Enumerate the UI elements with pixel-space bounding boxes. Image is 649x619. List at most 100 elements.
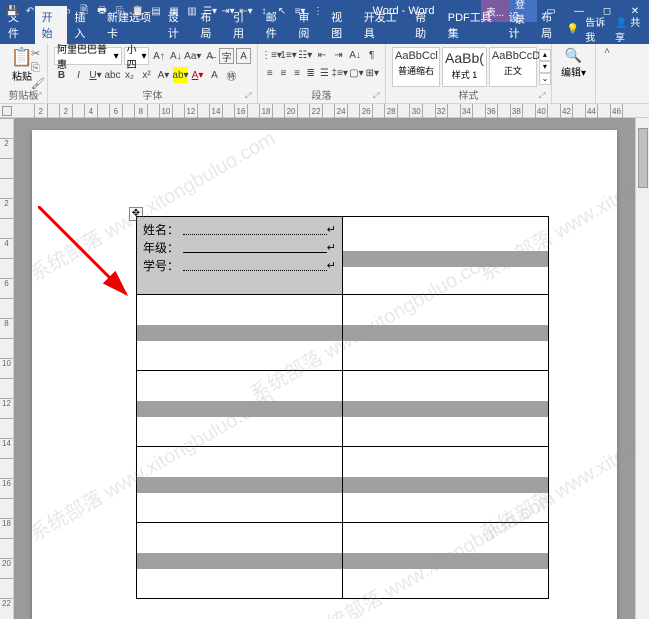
multilevel-icon[interactable]: ☷▾	[298, 47, 313, 63]
document-canvas[interactable]: ✥ 姓名：↵ 年级：↵ 学号：↵	[14, 118, 635, 619]
dec-indent-icon[interactable]: ⇤	[315, 47, 330, 63]
styles-launcher[interactable]: ⤢	[539, 91, 549, 101]
align-right-icon[interactable]: ≡	[291, 65, 303, 81]
tab-table-design[interactable]: 设计	[501, 6, 534, 44]
table-cell[interactable]: 姓名：↵ 年级：↵ 学号：↵	[137, 217, 343, 295]
copy-icon[interactable]: ⎘	[31, 62, 45, 75]
tab-help[interactable]: 帮助	[408, 6, 441, 44]
tell-me[interactable]: 告诉我	[585, 14, 609, 44]
grow-font-icon[interactable]: A↑	[151, 48, 166, 64]
align-center-icon[interactable]: ≡	[278, 65, 290, 81]
table-row[interactable]: 姓名：↵ 年级：↵ 学号：↵	[137, 217, 549, 295]
tab-table-layout[interactable]: 布局	[534, 6, 567, 44]
table-cell[interactable]	[343, 447, 549, 523]
char-shading-icon[interactable]: A	[207, 67, 222, 83]
scrollbar-vertical[interactable]	[635, 118, 649, 619]
borders-icon[interactable]: ⊞▾	[366, 65, 379, 81]
table-row[interactable]	[137, 295, 549, 371]
highlight-icon[interactable]: ab▾	[173, 67, 188, 83]
align-left-icon[interactable]: ≡	[264, 65, 276, 81]
shading-icon[interactable]: ▢▾	[349, 65, 363, 81]
new-icon[interactable]: ▭	[58, 3, 74, 19]
numlist-icon[interactable]: ≡▾	[292, 3, 308, 19]
superscript-button[interactable]: x²	[139, 67, 154, 83]
table-cell[interactable]	[137, 295, 343, 371]
layout-icon[interactable]: ▤	[148, 3, 164, 19]
collapse-ribbon-icon[interactable]: ˄	[596, 44, 614, 103]
clipboard-launcher[interactable]: ⤢	[35, 91, 45, 101]
text-effect-icon[interactable]: A▾	[156, 67, 171, 83]
ruler-corner[interactable]	[2, 106, 12, 116]
editing-button[interactable]: 🔍 编辑▾	[558, 47, 589, 79]
style-item[interactable]: AaBbCcl 普通缩右	[392, 47, 440, 87]
ruler-horizontal[interactable]: 2246810121416182022242628303234363840424…	[0, 104, 649, 118]
more-icon[interactable]: ⋮	[310, 3, 326, 19]
view-icon[interactable]: ▦	[166, 3, 182, 19]
cols-icon[interactable]: ▥	[184, 3, 200, 19]
styles-more-icon[interactable]: ⌄	[539, 73, 551, 85]
document-table[interactable]: 姓名：↵ 年级：↵ 学号：↵	[136, 216, 549, 599]
font-color-icon[interactable]: A▾	[190, 67, 205, 83]
numbering-icon[interactable]: 1≡▾	[281, 47, 296, 63]
tell-me-icon[interactable]: 💡	[567, 24, 579, 35]
font-name-select[interactable]: 阿里巴巴普惠 ▾	[54, 47, 122, 65]
ruler-icon[interactable]: ↕	[256, 3, 272, 19]
tab-pdftools[interactable]: PDF工具集	[441, 6, 502, 44]
tab-view[interactable]: 视图	[324, 6, 357, 44]
show-marks-icon[interactable]: ¶	[364, 47, 379, 63]
copy-icon[interactable]: ⎘	[112, 3, 128, 19]
table-cell[interactable]	[137, 523, 343, 599]
table-cell[interactable]	[343, 295, 549, 371]
styles-down-icon[interactable]: ▾	[539, 61, 551, 73]
bold-button[interactable]: B	[54, 67, 69, 83]
change-case-icon[interactable]: Aa▾	[185, 48, 200, 64]
line-spacing-icon[interactable]: ‡≡▾	[332, 65, 347, 81]
italic-button[interactable]: I	[71, 67, 86, 83]
sort-icon[interactable]: A↓	[348, 47, 363, 63]
table-cell[interactable]	[343, 217, 549, 295]
border-char-icon[interactable]: A	[236, 48, 251, 64]
strike-button[interactable]: abc	[105, 67, 120, 83]
inc-indent-icon[interactable]: ⇥	[331, 47, 346, 63]
clear-format-icon[interactable]: A̶	[202, 48, 217, 64]
save-icon[interactable]: 💾	[4, 3, 20, 19]
style-item[interactable]: AaBb( 样式 1	[442, 47, 487, 87]
para-launcher[interactable]: ⤢	[373, 91, 383, 101]
page[interactable]: ✥ 姓名：↵ 年级：↵ 学号：↵	[32, 130, 617, 619]
table-row[interactable]	[137, 447, 549, 523]
list-icon[interactable]: ☰▾	[202, 3, 218, 19]
print-icon[interactable]: 🖶	[94, 3, 110, 19]
font-size-select[interactable]: 小四▾	[124, 47, 150, 65]
table-cell[interactable]	[137, 371, 343, 447]
redo-icon[interactable]: ↷	[40, 3, 56, 19]
phonetic-icon[interactable]: 字	[219, 48, 234, 64]
scroll-thumb[interactable]	[638, 128, 648, 188]
style-item[interactable]: AaBbCcD 正文	[489, 47, 537, 87]
underline-button[interactable]: U▾	[88, 67, 103, 83]
table-cell[interactable]	[343, 371, 549, 447]
table-row[interactable]	[137, 371, 549, 447]
undo-icon[interactable]: ↶	[22, 3, 38, 19]
justify-icon[interactable]: ≣	[305, 65, 317, 81]
styles-up-icon[interactable]: ▴	[539, 49, 551, 61]
paste-icon[interactable]: 📋	[130, 3, 146, 19]
cut-icon[interactable]: ✂	[31, 47, 45, 60]
enclose-char-icon[interactable]: ㊕	[224, 67, 239, 83]
indent-icon[interactable]: ⇥▾	[220, 3, 236, 19]
shrink-font-icon[interactable]: A↓	[168, 48, 183, 64]
group-clipboard: 📋 粘贴 ✂ ⎘ 🖌 剪贴板 ⤢	[0, 44, 48, 103]
ruler-vertical[interactable]: 2246810121416182022	[0, 118, 14, 619]
distribute-icon[interactable]: ☰	[319, 65, 331, 81]
file-icon[interactable]: 🗎	[76, 3, 92, 19]
font-launcher[interactable]: ⤢	[245, 91, 255, 101]
table-row[interactable]	[137, 523, 549, 599]
bullets-icon[interactable]: ⋮≡▾	[264, 47, 279, 63]
outdent-icon[interactable]: ⇤▾	[238, 3, 254, 19]
table-cell[interactable]	[343, 523, 549, 599]
tab-developer[interactable]: 开发工具	[357, 6, 408, 44]
ribbon: 📋 粘贴 ✂ ⎘ 🖌 剪贴板 ⤢ 阿里巴巴普惠 ▾ 小四▾ A↑ A↓ Aa▾ …	[0, 44, 649, 104]
table-cell[interactable]	[137, 447, 343, 523]
pointer-icon[interactable]: ↖	[274, 3, 290, 19]
share-button[interactable]: 👤 共享	[615, 14, 643, 44]
subscript-button[interactable]: x₂	[122, 67, 137, 83]
